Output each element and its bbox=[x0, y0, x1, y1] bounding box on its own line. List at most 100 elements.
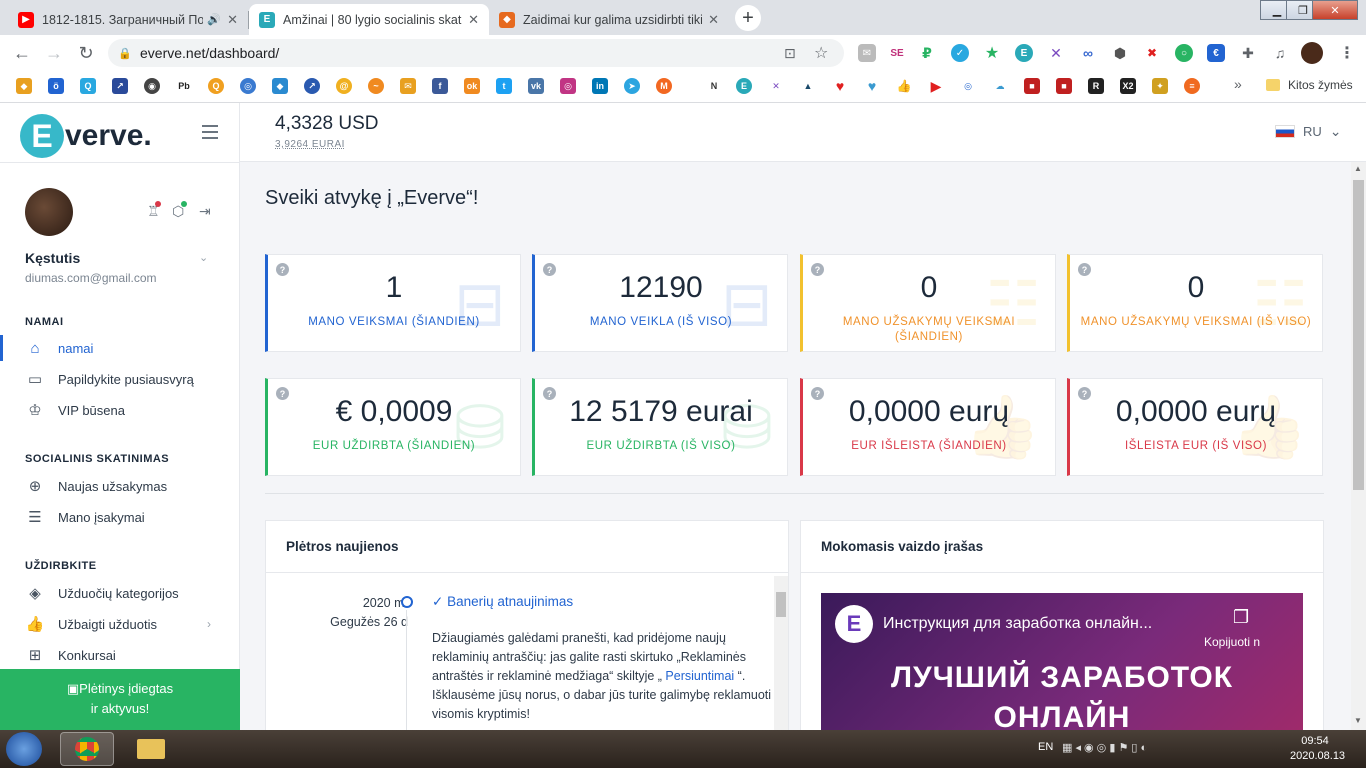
sidebar-item-home[interactable]: ⌂ namai bbox=[0, 335, 239, 361]
start-button[interactable] bbox=[6, 732, 42, 766]
bookmark-icon[interactable]: ≡ bbox=[1184, 78, 1200, 94]
bookmark-icon[interactable]: @ bbox=[336, 78, 352, 94]
bookmark-icon[interactable]: ◉ bbox=[144, 78, 160, 94]
extension-icon[interactable]: ⬢ bbox=[1111, 44, 1129, 62]
extension-icon[interactable]: ★ bbox=[983, 44, 1001, 62]
everve-extension-icon[interactable]: E bbox=[1015, 44, 1033, 62]
sidebar-item-new-order[interactable]: ⊕ Naujas užsakymas bbox=[0, 473, 239, 499]
extension-icon[interactable]: ₽ bbox=[918, 44, 936, 62]
profile-avatar[interactable] bbox=[1301, 42, 1323, 64]
logout-icon[interactable]: ⇥ bbox=[199, 203, 211, 220]
extension-icon[interactable]: ✖ bbox=[1143, 44, 1161, 62]
address-bar[interactable]: 🔒 everve.net/dashboard/ ⊡ ☆ bbox=[108, 39, 844, 67]
bookmark-icon[interactable]: R bbox=[1088, 78, 1104, 94]
puzzle-icon[interactable]: ✚ bbox=[1239, 44, 1257, 62]
balance-eur[interactable]: 3,9264 EURAI bbox=[275, 139, 345, 150]
language-selector[interactable]: RU ⌄ bbox=[1275, 123, 1342, 140]
browser-tab[interactable]: ◆ Zaidimai kur galima uzsidirbti tiki ✕ bbox=[489, 4, 729, 35]
sidebar-item-complete-tasks[interactable]: 👍 Užbaigti užduotis › bbox=[0, 611, 239, 637]
extension-icon[interactable]: SE bbox=[888, 44, 906, 62]
bookmark-icon[interactable]: ■ bbox=[1024, 78, 1040, 94]
close-window-button[interactable]: ✕ bbox=[1312, 0, 1358, 20]
bookmark-icon[interactable]: 👍 bbox=[896, 78, 912, 94]
bookmark-icon[interactable]: ö bbox=[48, 78, 64, 94]
sidebar-item-vip[interactable]: ♔ VIP būsena bbox=[0, 397, 239, 423]
page-scrollbar[interactable]: ▲ ▼ bbox=[1351, 162, 1366, 730]
bookmark-icon[interactable]: ~ bbox=[368, 78, 384, 94]
extension-icon[interactable]: ✓ bbox=[951, 44, 969, 62]
sidebar-item-top-up[interactable]: ▭ Papildykite pusiausvyrą bbox=[0, 366, 239, 392]
tray-icons[interactable]: ▦ ◂ ◉ ◎ ▮ ⚑ ▯ ◐ bbox=[1062, 741, 1147, 754]
bookmark-icon[interactable]: ✉ bbox=[400, 78, 416, 94]
bookmark-icon[interactable]: ☁ bbox=[992, 78, 1008, 94]
bookmark-icon[interactable]: ✕ bbox=[768, 78, 784, 94]
instagram-icon[interactable]: ◎ bbox=[560, 78, 576, 94]
avatar[interactable] bbox=[25, 188, 73, 236]
menu-toggle-icon[interactable] bbox=[202, 125, 218, 143]
close-tab-icon[interactable]: ✕ bbox=[227, 12, 238, 28]
bookmark-icon[interactable]: ◆ bbox=[272, 78, 288, 94]
clock[interactable]: 09:54 2020.08.13 bbox=[1290, 734, 1345, 764]
bookmark-icon[interactable]: Q bbox=[208, 78, 224, 94]
explorer-taskbar-icon[interactable] bbox=[124, 732, 178, 766]
channel-logo[interactable]: E bbox=[835, 605, 873, 643]
video-title[interactable]: Инструкция для заработка онлайн... bbox=[883, 615, 1152, 633]
more-bookmarks-icon[interactable]: » bbox=[1234, 76, 1242, 92]
bookmark-icon[interactable]: ♥ bbox=[864, 78, 880, 94]
odnoklassniki-icon[interactable]: ok bbox=[464, 78, 480, 94]
sidebar-item-task-categories[interactable]: ◈ Užduočių kategorijos bbox=[0, 580, 239, 606]
sidebar-item-my-orders[interactable]: ☰ Mano įsakymai bbox=[0, 504, 239, 530]
user-name[interactable]: Kęstutis bbox=[25, 250, 80, 266]
other-bookmarks-label[interactable]: Kitos žymės bbox=[1288, 78, 1353, 92]
extension-icon[interactable]: ○ bbox=[1175, 44, 1193, 62]
close-tab-icon[interactable]: ✕ bbox=[468, 12, 479, 28]
news-item-title[interactable]: ✓ Banerių atnaujinimas bbox=[432, 594, 573, 610]
input-language[interactable]: EN bbox=[1038, 741, 1053, 753]
extension-status-banner[interactable]: ▣Plėtinys įdiegtas ir aktyvus! bbox=[0, 669, 240, 730]
chevron-down-icon[interactable]: ⌄ bbox=[199, 251, 208, 264]
chrome-taskbar-icon[interactable] bbox=[60, 732, 114, 766]
referrals-link[interactable]: Persiuntimai bbox=[665, 669, 734, 683]
everve-logo[interactable]: E verve. bbox=[20, 113, 152, 159]
award-icon[interactable]: ♖ bbox=[147, 201, 161, 220]
facebook-icon[interactable]: f bbox=[432, 78, 448, 94]
speaker-icon[interactable]: 🔊 bbox=[207, 13, 221, 26]
sidebar-item-contests[interactable]: ⊞ Konkursai bbox=[0, 642, 239, 668]
forward-icon[interactable]: → bbox=[44, 43, 64, 64]
copy-link-label[interactable]: Kopijuoti n bbox=[1204, 635, 1260, 649]
news-scrollbar[interactable] bbox=[774, 576, 788, 730]
telegram-icon[interactable]: ➤ bbox=[624, 78, 640, 94]
bookmark-icon[interactable]: X2 bbox=[1120, 78, 1136, 94]
close-tab-icon[interactable]: ✕ bbox=[708, 12, 719, 28]
scroll-down-icon[interactable]: ▼ bbox=[1354, 716, 1362, 725]
bookmark-icon[interactable]: Q bbox=[80, 78, 96, 94]
scroll-thumb[interactable] bbox=[776, 592, 786, 617]
copy-icon[interactable]: ❐ bbox=[1233, 607, 1249, 628]
reload-icon[interactable]: ↻ bbox=[76, 43, 96, 64]
bookmark-icon[interactable]: ◎ bbox=[240, 78, 256, 94]
bookmark-icon[interactable]: ▶ bbox=[928, 78, 944, 94]
bookmark-icon[interactable]: ♥ bbox=[832, 78, 848, 94]
media-icon[interactable]: ♫ bbox=[1271, 44, 1289, 62]
vk-icon[interactable]: vk bbox=[528, 78, 544, 94]
bookmark-icon[interactable]: ↗ bbox=[304, 78, 320, 94]
translate-icon[interactable]: ⊡ bbox=[784, 45, 796, 62]
bookmark-icon[interactable]: ◎ bbox=[960, 78, 976, 94]
extension-icon[interactable]: € bbox=[1207, 44, 1225, 62]
bookmark-icon[interactable]: N bbox=[706, 78, 722, 94]
linkedin-icon[interactable]: in bbox=[592, 78, 608, 94]
monero-icon[interactable]: M bbox=[656, 78, 672, 94]
back-icon[interactable]: ← bbox=[12, 43, 32, 64]
browser-tab[interactable]: ▶ 1812-1815. Заграничный По 🔊 ✕ bbox=[8, 4, 248, 35]
browser-tab-active[interactable]: E Amžinai | 80 lygio socialinis skati ✕ bbox=[249, 4, 489, 35]
extension-icon[interactable]: ∞ bbox=[1079, 44, 1097, 62]
bookmark-icon[interactable]: ◆ bbox=[16, 78, 32, 94]
star-icon[interactable]: ☆ bbox=[814, 43, 828, 63]
scroll-thumb[interactable] bbox=[1353, 180, 1364, 490]
new-tab-button[interactable]: + bbox=[735, 5, 761, 31]
video-player[interactable]: E Инструкция для заработка онлайн... ❐ K… bbox=[821, 593, 1303, 730]
bookmark-icon[interactable]: ▲ bbox=[800, 78, 816, 94]
extension-icon[interactable]: ✉ bbox=[858, 44, 876, 62]
bookmark-icon[interactable]: Pb bbox=[176, 78, 192, 94]
bookmark-icon[interactable]: ↗ bbox=[112, 78, 128, 94]
